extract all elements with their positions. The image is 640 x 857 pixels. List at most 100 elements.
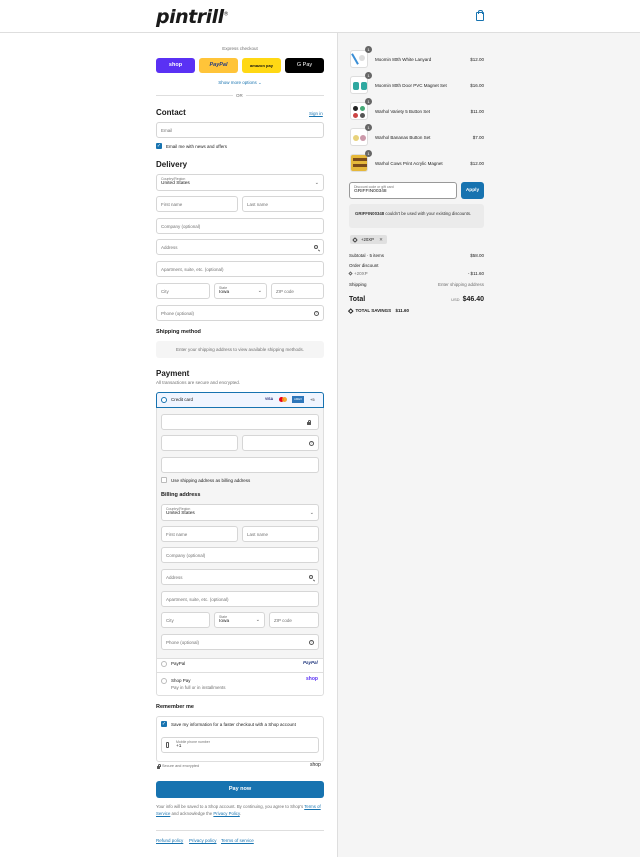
billing-apartment-field[interactable]: Apartment, suite, etc. (optional) xyxy=(161,591,319,607)
product-thumbnail xyxy=(350,154,368,172)
state-value: Iowa xyxy=(219,290,230,295)
brand-logo[interactable]: pintrill® xyxy=(156,6,229,28)
mastercard-icon xyxy=(279,396,287,402)
quantity-badge: 1 xyxy=(365,46,372,53)
shipping-method-title: Shipping method xyxy=(156,329,201,335)
save-info-checkbox[interactable]: ✓ xyxy=(161,721,167,727)
quantity-badge: 1 xyxy=(365,72,372,79)
total-value: $46.40 xyxy=(462,296,484,303)
product-price: $12.00 xyxy=(470,161,484,166)
paypal-option-label[interactable]: PayPal xyxy=(171,661,185,666)
product-price: $12.00 xyxy=(470,57,484,62)
logo-mark: ® xyxy=(223,11,229,18)
discount-tag-label: +20XP xyxy=(361,237,374,242)
google-pay-button[interactable]: G Pay xyxy=(285,58,324,73)
billing-last-name-field[interactable]: Last name xyxy=(242,526,319,542)
billing-phone-field[interactable]: Phone (optional) ? xyxy=(161,634,319,650)
divider xyxy=(156,672,324,673)
billing-address-title: Billing address xyxy=(161,492,201,498)
refund-policy-link[interactable]: Refund policy xyxy=(156,838,183,843)
total-value-row: USD $46.40 xyxy=(451,296,484,303)
discount-tag: +20XP ✕ xyxy=(350,235,387,244)
amazon-pay-button[interactable]: amazon pay xyxy=(242,58,281,73)
privacy-policy-link[interactable]: Privacy Policy xyxy=(213,811,239,816)
logo-text: pintrill xyxy=(156,6,224,28)
use-shipping-checkbox[interactable] xyxy=(161,477,167,483)
order-summary-panel xyxy=(337,33,640,857)
country-value: United States xyxy=(161,181,190,186)
card-number-field[interactable] xyxy=(161,414,319,430)
help-icon[interactable]: ? xyxy=(309,640,314,645)
save-info-label: Save my information for a faster checkou… xyxy=(171,722,296,727)
news-checkbox[interactable]: ✓ xyxy=(156,143,162,149)
product-price: $7.00 xyxy=(472,135,484,140)
news-checkbox-label: Email me with news and offers xyxy=(166,144,227,149)
legal-mid: and acknowledge the xyxy=(171,811,213,816)
total-savings-row: TOTAL SAVINGS $11.60 xyxy=(348,307,409,313)
product-thumbnail xyxy=(350,76,368,94)
privacy-policy-footer-link[interactable]: Privacy policy xyxy=(189,838,217,843)
first-name-field[interactable]: First name xyxy=(156,196,238,212)
shop-pay-button[interactable]: shop xyxy=(156,58,195,73)
phone-placeholder: Phone (optional) xyxy=(161,311,195,316)
phone-field[interactable]: Phone (optional) ? xyxy=(156,305,324,321)
product-name: Warhol Bananas Button Set xyxy=(375,135,431,140)
city-field[interactable]: City xyxy=(156,283,210,299)
remove-discount-icon[interactable]: ✕ xyxy=(379,237,383,242)
paypal-button[interactable]: PayPal xyxy=(199,58,238,73)
terms-of-service-footer-link[interactable]: Terms of service xyxy=(221,838,254,843)
expiration-field[interactable] xyxy=(161,435,238,451)
search-icon xyxy=(314,245,318,249)
product-price: $16.00 xyxy=(470,83,484,88)
credit-card-label: Credit card xyxy=(171,397,194,402)
error-code: GRIFFIN00348 xyxy=(355,211,385,216)
help-icon[interactable]: ? xyxy=(314,311,319,316)
remember-me-title: Remember me xyxy=(156,704,194,710)
billing-address-field[interactable]: Address xyxy=(161,569,319,585)
subtotal-value: $58.00 xyxy=(470,253,484,258)
apartment-field[interactable]: Apartment, suite, etc. (optional) xyxy=(156,261,324,277)
payment-subtitle: All transactions are secure and encrypte… xyxy=(156,380,241,385)
billing-country-select[interactable]: Country/Region United States ⌄ xyxy=(161,504,319,521)
billing-first-name-field[interactable]: First name xyxy=(161,526,238,542)
shop-logo-small: shop xyxy=(310,762,321,768)
header: pintrill® xyxy=(0,0,640,33)
billing-city-field[interactable]: City xyxy=(161,612,210,628)
billing-zip-field[interactable]: ZIP code xyxy=(269,612,319,628)
billing-company-field[interactable]: Company (optional) xyxy=(161,547,319,563)
total-label: Total xyxy=(349,296,366,303)
product-price: $11.00 xyxy=(470,109,484,114)
help-icon[interactable]: ? xyxy=(309,441,314,446)
address-field[interactable]: Address xyxy=(156,239,324,255)
chevron-down-icon: ⌄ xyxy=(309,510,314,516)
state-select[interactable]: State Iowa ⌄ xyxy=(214,283,267,299)
security-code-field[interactable]: ? xyxy=(242,435,319,451)
phone-placeholder: Phone (optional) xyxy=(166,640,200,645)
mobile-phone-field[interactable]: Mobile phone number +1 xyxy=(161,737,319,753)
zip-field[interactable]: ZIP code xyxy=(271,283,324,299)
email-field[interactable]: Email xyxy=(156,122,324,138)
paypal-radio[interactable] xyxy=(161,661,167,667)
quantity-badge: 1 xyxy=(365,98,372,105)
billing-state-select[interactable]: State Iowa ⌄ xyxy=(214,612,265,628)
product-name: Moomin 80th Door PVC Magnet Set xyxy=(375,83,447,88)
apply-button[interactable]: Apply xyxy=(461,182,484,199)
discount-code-field[interactable]: Discount code or gift card GRIFFIN00348 xyxy=(349,182,457,199)
shipping-value: Enter shipping address xyxy=(437,282,484,287)
last-name-field[interactable]: Last name xyxy=(242,196,324,212)
search-icon xyxy=(309,575,313,579)
shop-pay-radio[interactable] xyxy=(161,678,167,684)
pay-now-button[interactable]: Pay now xyxy=(156,781,324,798)
state-value: Iowa xyxy=(219,619,230,624)
sign-in-link[interactable]: Sign in xyxy=(309,111,323,116)
country-select[interactable]: Country/Region United States ⌄ xyxy=(156,174,324,191)
credit-card-radio[interactable] xyxy=(161,397,167,403)
show-more-options-link[interactable]: Show more options ⌄ xyxy=(156,80,324,86)
name-on-card-field[interactable] xyxy=(161,457,319,473)
shopping-bag-icon[interactable] xyxy=(476,10,484,21)
country-value: United States xyxy=(166,511,195,516)
phone-icon xyxy=(166,742,169,748)
shop-pay-label[interactable]: Shop Pay xyxy=(171,678,191,683)
company-field[interactable]: Company (optional) xyxy=(156,218,324,234)
legal-end: . xyxy=(239,811,241,816)
